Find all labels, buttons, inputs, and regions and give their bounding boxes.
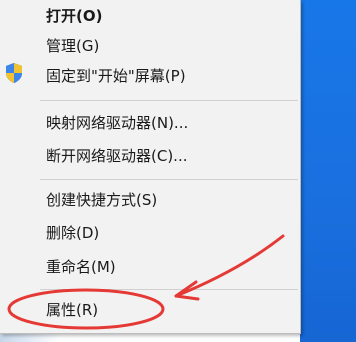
menu-item-map-network-drive[interactable]: 映射网络驱动器(N)... — [0, 107, 300, 137]
menu-item-disconnect-network-drive[interactable]: 断开网络驱动器(C)... — [0, 140, 300, 170]
desktop-wallpaper — [300, 0, 356, 342]
menu-item-label: 管理(G) — [46, 36, 100, 55]
menu-item-manage[interactable]: 管理(G) — [0, 30, 300, 83]
menu-item-properties[interactable]: 属性(R) — [0, 294, 300, 324]
menu-item-delete[interactable]: 删除(D) — [0, 217, 300, 247]
menu-item-rename[interactable]: 重命名(M) — [0, 251, 300, 281]
menu-item-pin-to-start[interactable]: 固定到"开始"屏幕(P) — [0, 60, 300, 90]
menu-item-label: 删除(D) — [46, 223, 100, 242]
menu-separator — [40, 100, 298, 101]
menu-item-label: 属性(R) — [46, 300, 99, 319]
menu-separator — [40, 289, 298, 290]
menu-item-label: 重命名(M) — [46, 257, 116, 276]
menu-item-label: 断开网络驱动器(C)... — [46, 146, 188, 165]
context-menu: 打开(O) 管理(G) 固定到"开始"屏幕(P) 映射网络驱动器(N)... 断… — [0, 0, 301, 334]
menu-separator — [40, 179, 298, 180]
menu-item-create-shortcut[interactable]: 创建快捷方式(S) — [0, 184, 300, 214]
menu-item-label: 创建快捷方式(S) — [46, 190, 158, 209]
menu-item-label: 打开(O) — [46, 6, 103, 25]
menu-item-label: 固定到"开始"屏幕(P) — [46, 66, 186, 85]
menu-item-label: 映射网络驱动器(N)... — [46, 113, 189, 132]
menu-item-open[interactable]: 打开(O) — [0, 0, 300, 30]
